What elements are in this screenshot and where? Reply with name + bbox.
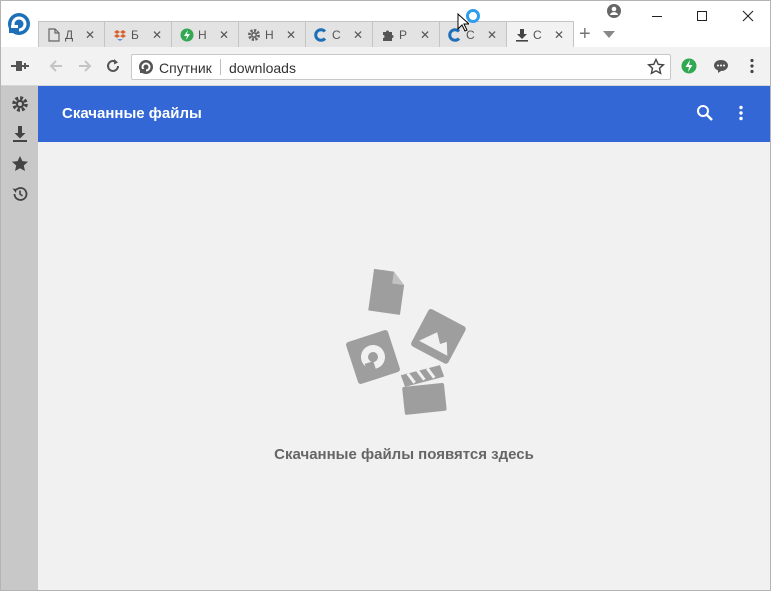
- tab-title: Б: [131, 27, 139, 42]
- empty-downloads-illustration: [346, 268, 466, 415]
- side-panel: [1, 86, 38, 590]
- tab-3[interactable]: Н ✕: [239, 21, 306, 47]
- gear-icon: [247, 28, 261, 42]
- more-options-icon[interactable]: [738, 105, 744, 121]
- tab-0[interactable]: Д ✕: [38, 21, 105, 47]
- tab-list-dropdown-icon[interactable]: [603, 31, 615, 38]
- tab-2[interactable]: Н ✕: [172, 21, 239, 47]
- download-icon: [13, 126, 27, 142]
- close-icon[interactable]: ✕: [554, 28, 564, 42]
- omnibox-divider: [220, 59, 221, 75]
- sidebar-item-history[interactable]: [10, 184, 30, 204]
- maximize-button[interactable]: [693, 7, 711, 25]
- tab-5[interactable]: Р ✕: [373, 21, 440, 47]
- tab-title: Д: [65, 27, 74, 42]
- close-icon[interactable]: ✕: [286, 28, 296, 42]
- chat-extension-icon[interactable]: [713, 58, 729, 74]
- search-icon[interactable]: [696, 104, 714, 122]
- loading-spinner-icon: [466, 9, 480, 23]
- browser-window: Д ✕ Б ✕ Н ✕ Н ✕ С ✕ Р ✕ С ✕ С ✕ + Спутни…: [0, 0, 771, 591]
- sidebar-item-downloads[interactable]: [10, 124, 30, 144]
- forward-button[interactable]: [76, 57, 94, 75]
- video-icon: [400, 365, 447, 415]
- close-icon[interactable]: ✕: [353, 28, 363, 42]
- lightning-icon: [180, 28, 194, 42]
- dropbox-icon: [113, 28, 127, 42]
- tab-title: Н: [198, 27, 207, 42]
- address-bar[interactable]: Спутник downloads: [131, 54, 671, 80]
- browser-menu-icon[interactable]: [749, 58, 755, 74]
- tab-title: С: [533, 28, 542, 42]
- title-bar: Д ✕ Б ✕ Н ✕ Н ✕ С ✕ Р ✕ С ✕ С ✕ +: [1, 1, 770, 48]
- gear-icon: [12, 96, 28, 112]
- close-icon[interactable]: ✕: [85, 28, 95, 42]
- empty-state-message: Скачанные файлы появятся здесь: [274, 446, 534, 463]
- close-icon[interactable]: ✕: [152, 28, 162, 42]
- sidebar-item-bookmarks[interactable]: [10, 154, 30, 174]
- tab-7[interactable]: С ✕: [507, 21, 574, 48]
- bookmark-star-icon[interactable]: [647, 58, 665, 76]
- search-engine-label: Спутник: [159, 60, 212, 76]
- reload-button[interactable]: [104, 57, 122, 75]
- sputnik-c-icon: [314, 27, 328, 42]
- close-window-button[interactable]: [739, 7, 757, 25]
- close-icon[interactable]: ✕: [420, 28, 430, 42]
- profile-icon[interactable]: [607, 4, 621, 18]
- pin-sidebar-icon[interactable]: [10, 59, 30, 73]
- sputnik-search-icon: [139, 60, 153, 74]
- close-icon[interactable]: ✕: [487, 28, 497, 42]
- minimize-button[interactable]: [648, 7, 666, 25]
- navigation-toolbar: Спутник downloads: [1, 47, 770, 86]
- tab-6[interactable]: С ✕: [440, 21, 507, 47]
- puzzle-icon: [381, 28, 395, 42]
- tab-title: С: [332, 27, 341, 42]
- close-icon[interactable]: ✕: [219, 28, 229, 42]
- tab-title: Н: [265, 27, 274, 42]
- sputnik-logo-icon: [346, 330, 400, 384]
- image-icon: [411, 309, 466, 364]
- tab-1[interactable]: Б ✕: [105, 21, 172, 47]
- history-icon: [12, 187, 28, 201]
- new-tab-button[interactable]: +: [579, 24, 591, 44]
- downloads-content: Скачанные файлы появятся здесь: [38, 142, 770, 590]
- downloads-header: Скачанные файлы: [38, 86, 770, 142]
- sidebar-item-settings[interactable]: [10, 94, 30, 114]
- lightning-extension-icon[interactable]: [681, 58, 697, 74]
- tab-strip: Д ✕ Б ✕ Н ✕ Н ✕ С ✕ Р ✕ С ✕ С ✕: [38, 21, 574, 48]
- star-icon: [12, 156, 28, 171]
- page-title: Скачанные файлы: [62, 105, 202, 122]
- document-icon: [47, 27, 61, 42]
- download-icon: [515, 28, 529, 42]
- tab-4[interactable]: С ✕: [306, 21, 373, 47]
- back-button[interactable]: [47, 57, 65, 75]
- file-icon: [368, 268, 405, 315]
- sputnik-logo-icon[interactable]: [6, 11, 32, 37]
- tab-title: Р: [399, 27, 408, 42]
- url-text[interactable]: downloads: [229, 60, 296, 76]
